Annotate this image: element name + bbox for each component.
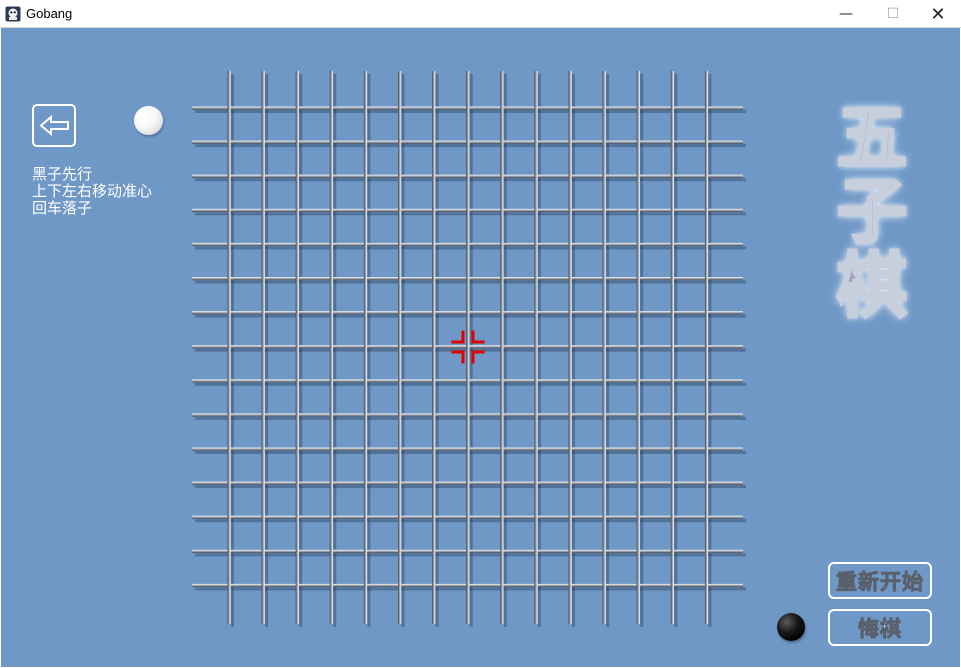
grid-v-line — [500, 71, 504, 624]
grid-v-line — [261, 71, 265, 624]
black-stone-indicator — [777, 613, 805, 641]
grid-v-line-shadow — [435, 74, 439, 627]
grid-v-line-shadow — [606, 74, 610, 627]
grid-v-line-shadow — [367, 74, 371, 627]
back-button[interactable] — [32, 104, 76, 147]
app-icon — [5, 6, 21, 22]
grid-v-line — [432, 71, 436, 624]
grid-v-line — [568, 71, 572, 624]
grid-v-line — [636, 71, 640, 624]
maximize-icon: ☐ — [886, 6, 900, 22]
grid-v-line-shadow — [333, 74, 337, 627]
grid-v-line — [670, 71, 674, 624]
grid-v-line — [363, 71, 368, 624]
grid-v-line-shadow — [299, 74, 303, 627]
restart-button[interactable]: 重新开始 — [828, 562, 932, 599]
grid-v-line-shadow — [503, 74, 507, 627]
grid-v-line-shadow — [572, 74, 575, 627]
help-line-3: 回车落子 — [32, 199, 93, 217]
logo-char-3: 棋 — [836, 245, 909, 327]
grid-v-line-shadow — [708, 74, 712, 627]
grid-v-line-shadow — [401, 74, 405, 627]
game-area: 黑子先行 上下左右移动准心 回车落子 五 子 棋 重新开始 悔棋 — [1, 28, 960, 667]
grid-v-line-shadow — [640, 74, 644, 627]
white-stone-indicator — [134, 106, 163, 135]
game-logo: 五 子 棋 — [829, 97, 915, 327]
grid-v-line — [398, 71, 402, 624]
minimize-button[interactable]: — — [823, 0, 869, 28]
help-line-2: 上下左右移动准心 — [32, 182, 153, 200]
arrow-left-icon — [39, 114, 69, 137]
logo-char-1: 五 — [836, 97, 909, 179]
help-line-1: 黑子先行 — [32, 165, 93, 183]
grid-v-line — [329, 71, 333, 624]
undo-button[interactable]: 悔棋 — [828, 609, 932, 646]
window-title: Gobang — [26, 6, 73, 21]
grid-v-line — [704, 71, 709, 624]
grid-v-line-shadow — [231, 74, 234, 627]
crosshair-cursor-icon — [451, 330, 485, 364]
maximize-button[interactable]: ☐ — [870, 0, 916, 28]
grid-v-line-shadow — [674, 74, 678, 627]
grid-v-line — [602, 71, 606, 624]
grid-v-line-shadow — [537, 74, 541, 627]
grid-v-line — [295, 71, 299, 624]
close-button[interactable]: ✕ — [915, 0, 961, 28]
grid-v-line-shadow — [265, 74, 269, 627]
logo-char-2: 子 — [836, 171, 909, 253]
grid-v-line — [534, 71, 538, 624]
grid-v-line — [227, 71, 231, 624]
close-icon: ✕ — [930, 3, 946, 25]
title-bar: Gobang — ☐ ✕ — [0, 0, 961, 28]
minimize-icon: — — [839, 6, 853, 22]
